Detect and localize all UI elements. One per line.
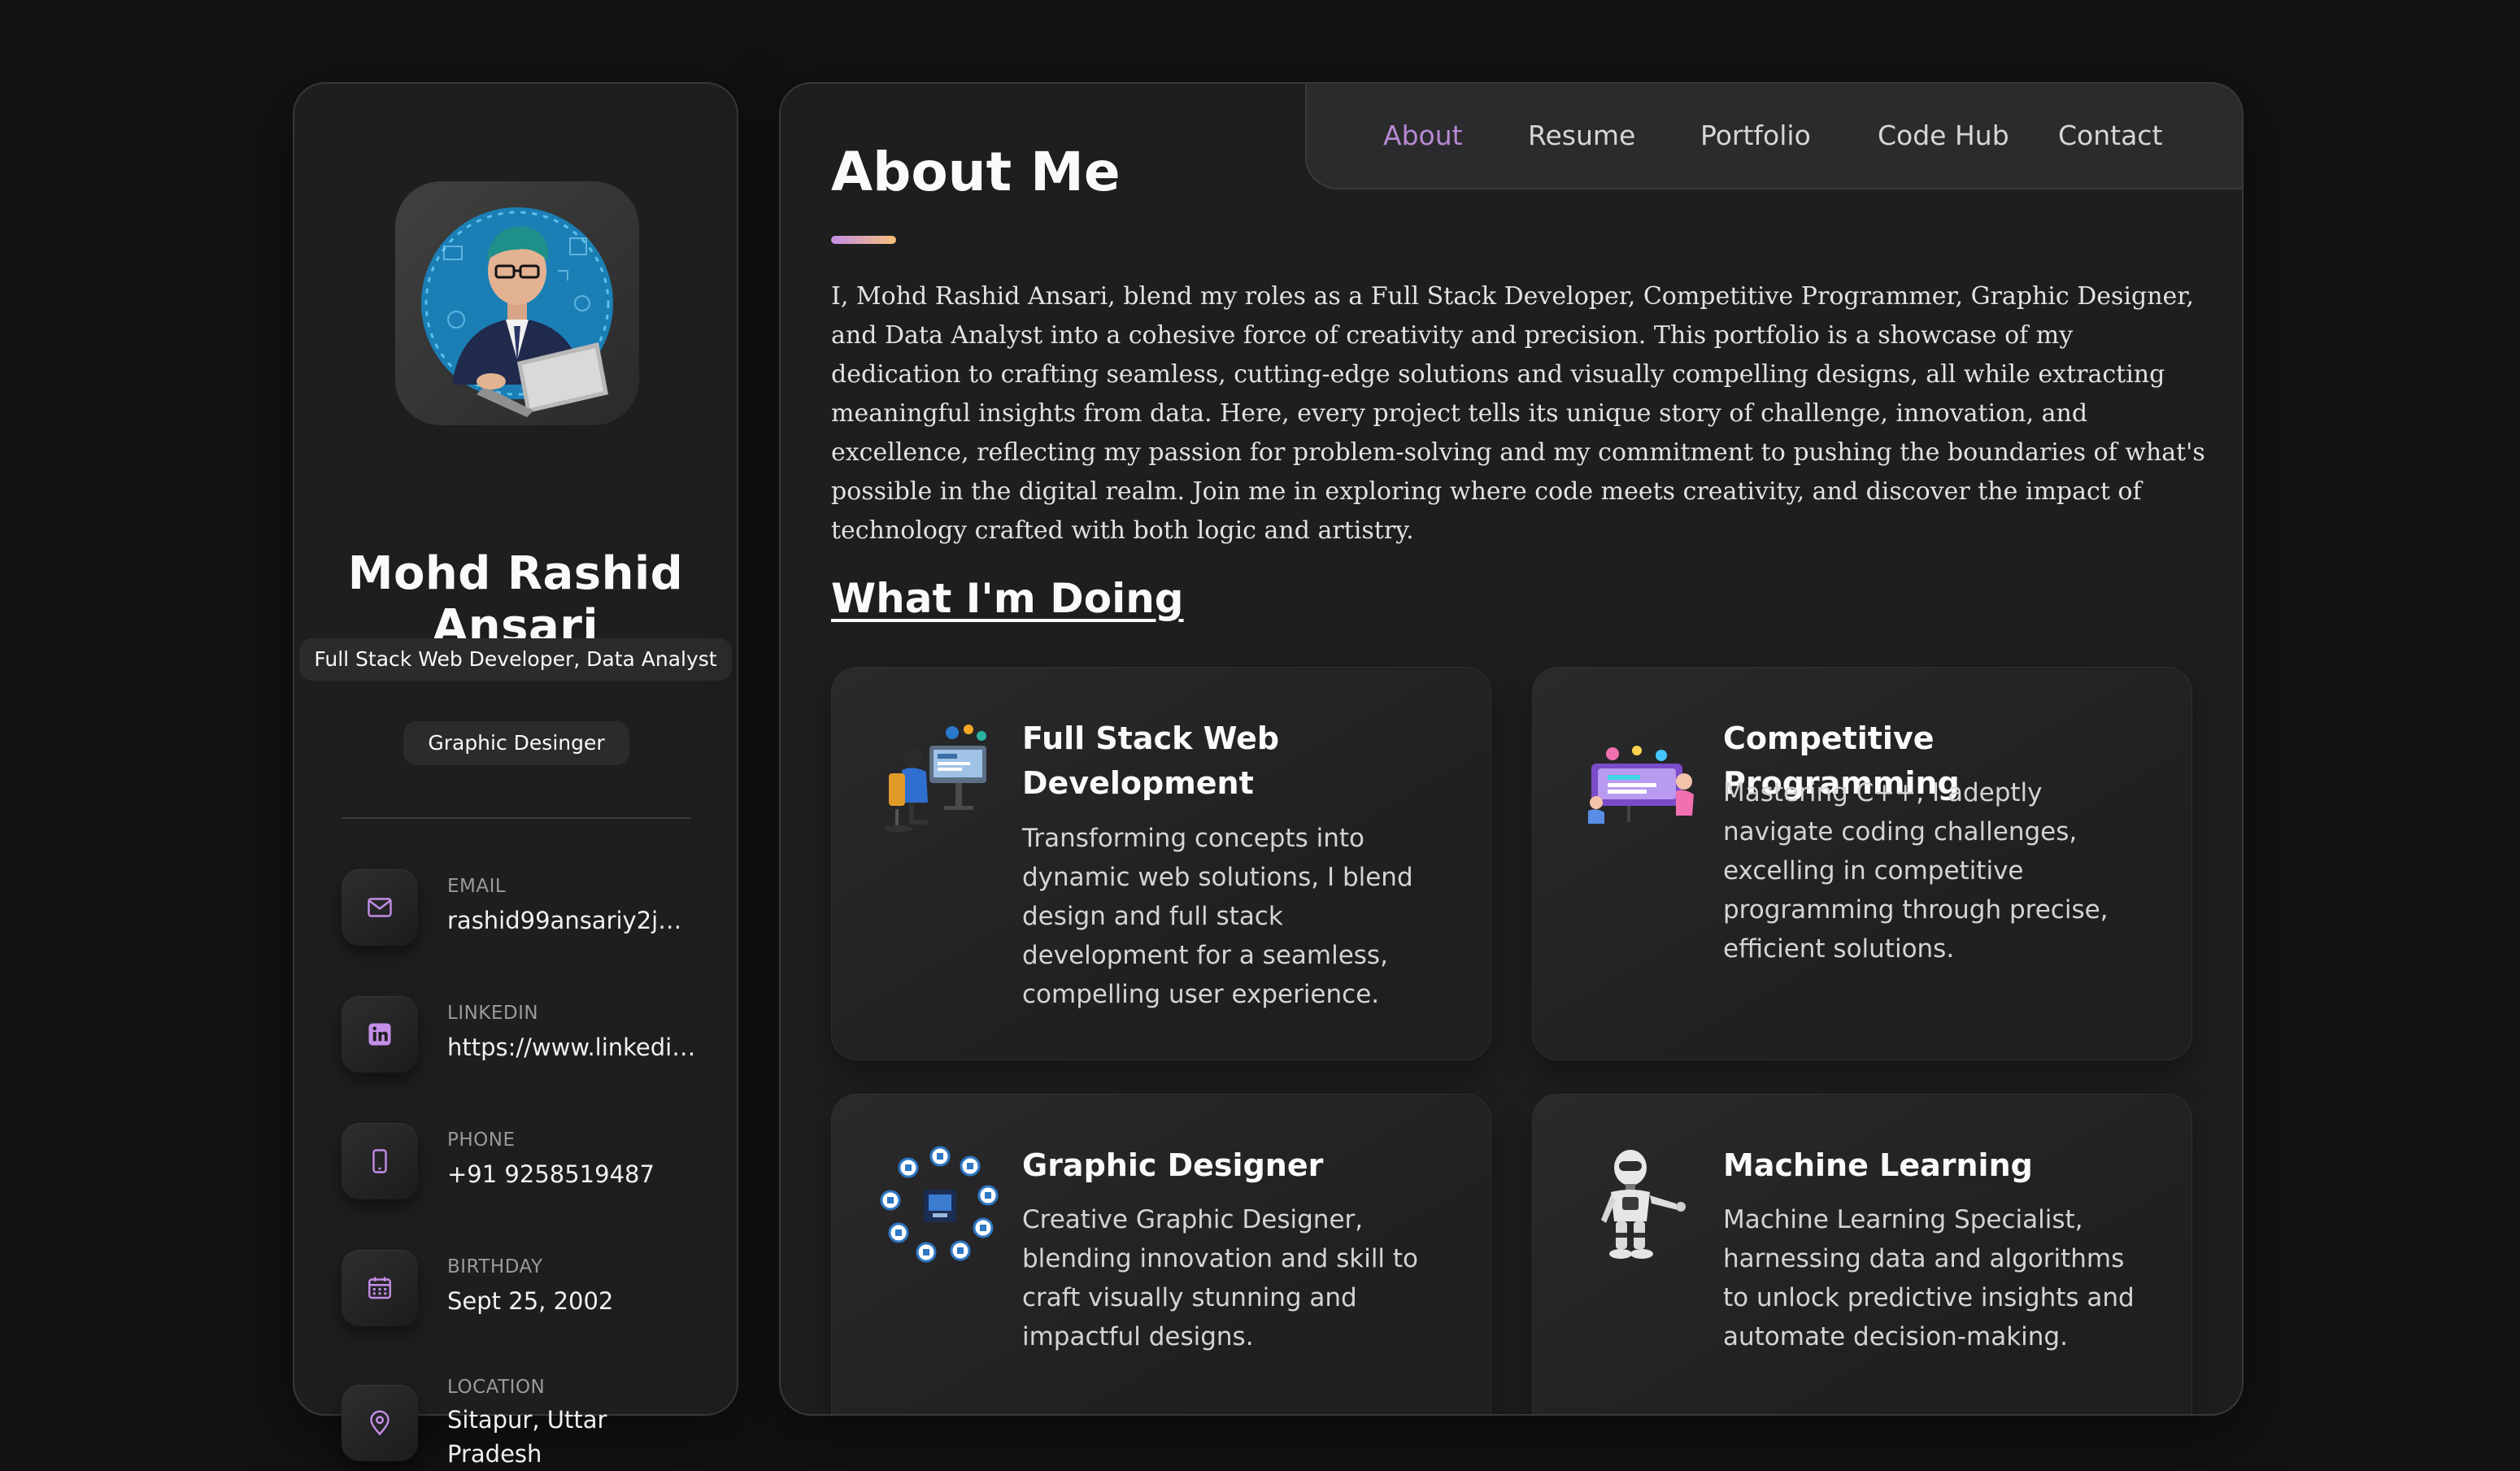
profile-sidebar: Mohd Rashid Ansari Full Stack Web Develo… — [293, 82, 738, 1468]
service-title: Full Stack Web Development — [1022, 720, 1280, 801]
service-card-fullstack: Full Stack Web Development Transforming … — [831, 667, 1491, 1060]
contact-phone: PHONE +91 9258519487 — [342, 1118, 699, 1208]
profile-title-badge: Full Stack Web Developer, Data Analyst — [299, 638, 732, 681]
service-title: Machine Learning — [1723, 1147, 2033, 1183]
service-card-competitive: Competitive Programming Mastering C++, I… — [1532, 667, 2192, 1060]
page-title: About Me — [831, 141, 1121, 203]
contact-linkedin: LINKEDIN https://www.linkedin... — [342, 991, 699, 1081]
nav-contact[interactable]: Contact — [2058, 120, 2162, 151]
profile-name: Mohd Rashid Ansari — [347, 547, 684, 653]
avatar — [395, 181, 639, 425]
sidebar-separator — [342, 817, 691, 819]
service-card-ml: Machine Learning Machine Learning Specia… — [1532, 1094, 2192, 1414]
profile-title-badge-secondary: Graphic Desinger — [403, 721, 629, 765]
section-title: What I'm Doing — [831, 575, 1184, 622]
mail-icon — [342, 869, 418, 946]
location-pin-icon — [342, 1385, 418, 1461]
service-description: Mastering C++, I adeptly navigate coding… — [1723, 778, 2109, 964]
phone-link[interactable]: +91 9258519487 — [447, 1160, 699, 1188]
about-paragraph: I, Mohd Rashid Ansari, blend my roles as… — [831, 282, 2205, 545]
service-title: Graphic Designer — [1022, 1147, 1324, 1183]
nav-portfolio[interactable]: Portfolio — [1700, 120, 1811, 151]
linkedin-icon — [342, 996, 418, 1073]
nav-about[interactable]: About — [1383, 120, 1463, 151]
title-underline-bar — [831, 236, 896, 244]
robot-icon — [1580, 1145, 1702, 1267]
service-card-graphic: Graphic Designer Creative Graphic Design… — [831, 1094, 1491, 1414]
linkedin-link[interactable]: https://www.linkedin... — [447, 1034, 699, 1061]
web-developer-illustration-icon — [879, 718, 1001, 840]
contact-label: BIRTHDAY — [447, 1256, 543, 1277]
contact-label: LOCATION — [447, 1377, 546, 1398]
design-tools-circle-icon — [879, 1145, 1001, 1267]
nav-code-hub[interactable]: Code Hub — [1878, 120, 2009, 151]
main-content: About Resume Portfolio Code Hub Contact … — [779, 82, 2244, 1416]
contact-label: EMAIL — [447, 876, 507, 897]
birthday-value: Sept 25, 2002 — [447, 1287, 614, 1315]
contact-location: LOCATION Sitapur, Uttar Pradesh — [342, 1365, 699, 1468]
calendar-icon — [342, 1250, 418, 1326]
contact-label: LINKEDIN — [447, 1003, 539, 1024]
email-link[interactable]: rashid99ansariy2j@... — [447, 907, 699, 934]
location-value: Sitapur, Uttar Pradesh — [447, 1406, 607, 1468]
coding-team-illustration-icon — [1580, 718, 1702, 840]
contact-email: EMAIL rashid99ansariy2j@... — [342, 864, 699, 954]
nav-resume[interactable]: Resume — [1528, 120, 1635, 151]
top-navbar: About Resume Portfolio Code Hub Contact — [1305, 84, 2242, 189]
service-description: Transforming concepts into dynamic web s… — [1022, 824, 1413, 1009]
phone-icon — [342, 1123, 418, 1199]
service-description: Creative Graphic Designer, blending inno… — [1022, 1205, 1419, 1351]
contact-label: PHONE — [447, 1129, 516, 1151]
contact-birthday: BIRTHDAY Sept 25, 2002 — [342, 1245, 699, 1334]
service-description: Machine Learning Specialist, harnessing … — [1723, 1205, 2135, 1351]
developer-avatar-icon — [421, 207, 613, 417]
